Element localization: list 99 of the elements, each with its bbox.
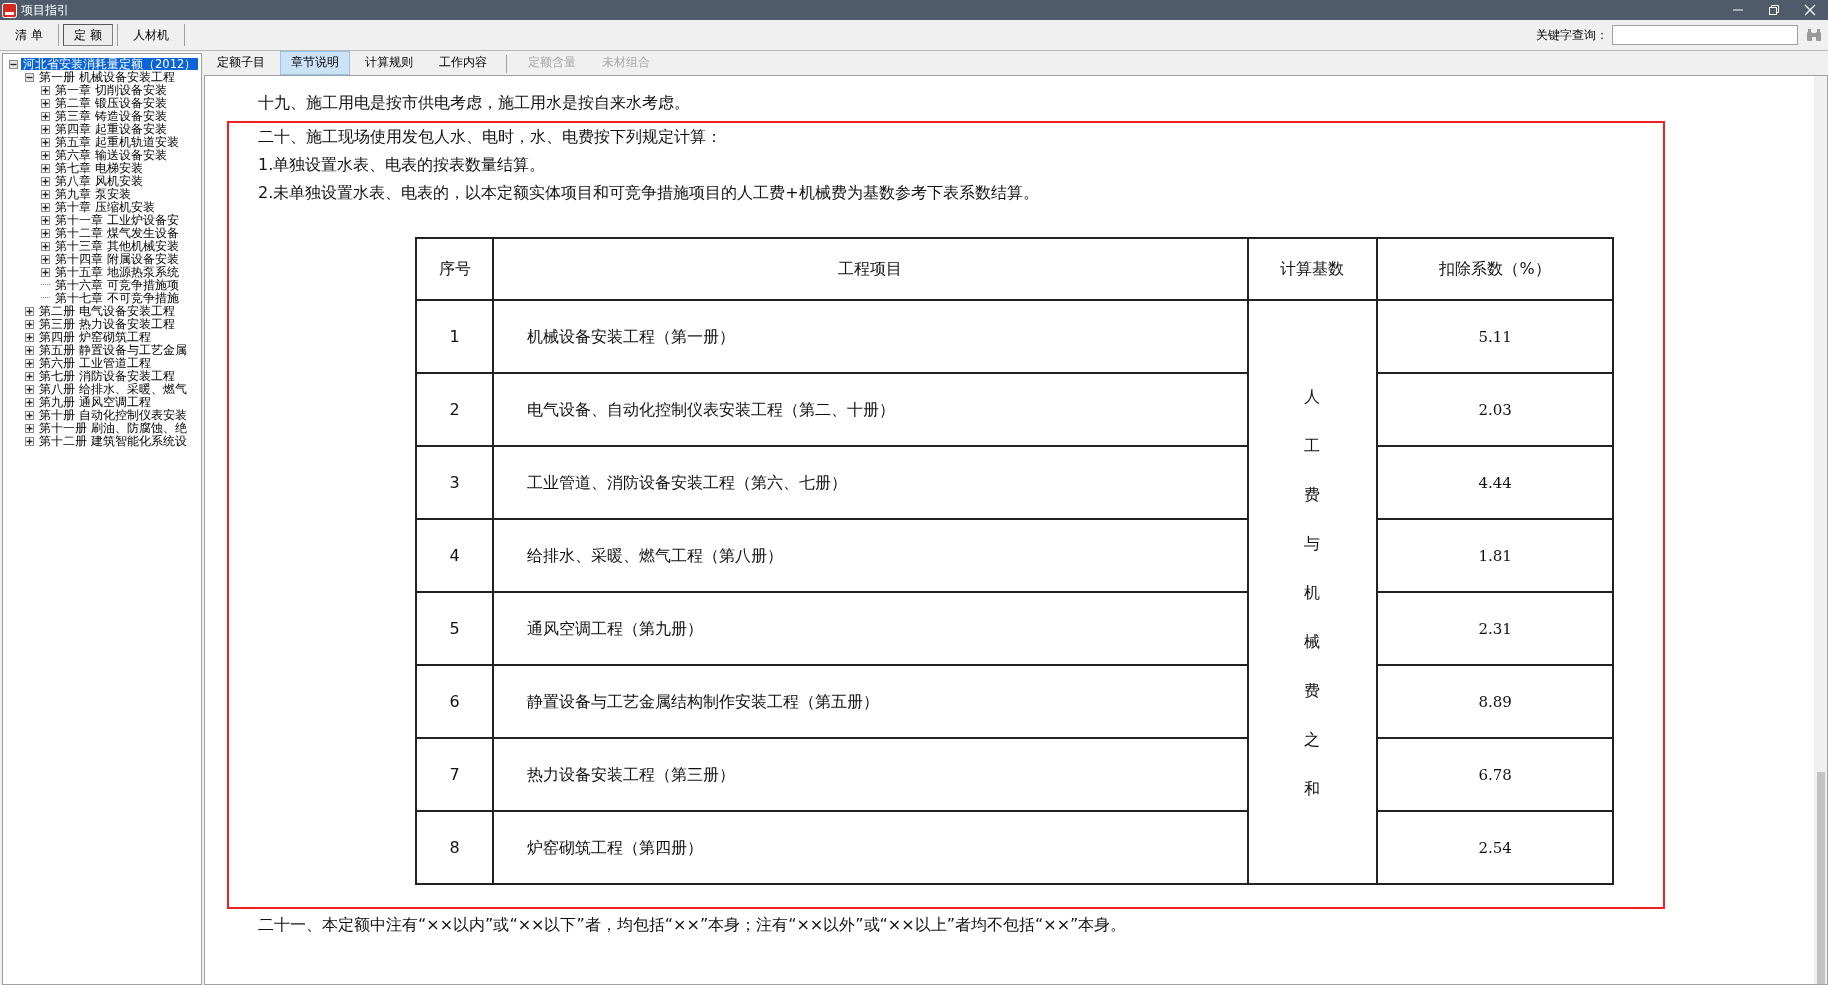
paragraph: 2.未单独设置水表、电表的，以本定额实体项目和可竞争措施项目的人工费+机械费为基数参考下表系数结算。 [257, 182, 1040, 204]
tree-item[interactable]: 第六章 输送设备安装 [53, 149, 169, 161]
column-header: 扣除系数（%） [1377, 238, 1613, 300]
table-cell: 4.44 [1377, 446, 1613, 519]
tree-item[interactable]: 第五册 静置设备与工艺金属 [37, 344, 189, 356]
tree-item[interactable]: 第四章 起重设备安装 [53, 123, 169, 135]
expand-icon[interactable] [41, 137, 50, 147]
table-cell: 8.89 [1377, 665, 1613, 738]
tree-item[interactable]: 第四册 炉窑砌筑工程 [37, 331, 153, 343]
expand-icon[interactable] [25, 371, 34, 381]
table-cell: 2.03 [1377, 373, 1613, 446]
expand-icon[interactable] [25, 358, 34, 368]
expand-icon[interactable] [25, 410, 34, 420]
tree-item[interactable]: 第二册 电气设备安装工程 [37, 305, 177, 317]
tab[interactable]: 计算规则 [354, 51, 424, 75]
paragraph: 十九、施工用电是按市供电考虑，施工用水是按自来水考虑。 [257, 92, 691, 114]
tree-item[interactable]: 第二章 锻压设备安装 [53, 97, 169, 109]
scrollbar[interactable] [1814, 76, 1827, 984]
tab[interactable]: 章节说明 [280, 51, 350, 75]
restore-icon[interactable] [1768, 4, 1780, 16]
expand-icon[interactable] [25, 306, 34, 316]
expand-icon[interactable] [41, 189, 50, 199]
table-cell: 8 [416, 811, 494, 884]
expand-icon[interactable] [41, 267, 50, 277]
search-field[interactable] [1612, 25, 1798, 45]
app-icon [2, 2, 17, 18]
table-cell: 5 [416, 592, 494, 665]
expand-icon[interactable] [41, 202, 50, 212]
tab[interactable]: 定额子目 [206, 51, 276, 75]
table-cell: 3 [416, 446, 494, 519]
paragraph: 1.单独设置水表、电表的按表数量结算。 [257, 154, 547, 176]
tree-item[interactable]: 第十一册 刷油、防腐蚀、绝 [37, 422, 189, 434]
table-cell: 2 [416, 373, 494, 446]
expand-icon[interactable] [25, 319, 34, 329]
tree-item[interactable]: 第十五章 地源热泵系统 [53, 266, 181, 278]
expand-icon[interactable] [41, 241, 50, 251]
tab[interactable]: 工作内容 [428, 51, 498, 75]
tree-item[interactable]: 第八册 给排水、采暖、燃气 [37, 383, 189, 395]
expand-icon[interactable] [41, 254, 50, 264]
table-cell: 人工费与机械费之和 [1247, 300, 1378, 884]
expand-icon[interactable] [41, 215, 50, 225]
tree-item[interactable]: 第十二章 煤气发生设备 [53, 227, 181, 239]
tree-item[interactable]: 第三章 铸造设备安装 [53, 110, 169, 122]
table-cell: 1.81 [1377, 519, 1613, 592]
tree-item[interactable]: 第十七章 不可竞争措施 [53, 292, 181, 304]
tree-item[interactable]: 第十六章 可竞争措施项 [53, 279, 181, 291]
expand-icon[interactable] [41, 124, 50, 134]
table-cell: 7 [416, 738, 494, 811]
expand-icon[interactable] [41, 150, 50, 160]
tree-item[interactable]: 第一册 机械设备安装工程 [37, 71, 177, 83]
tree-item[interactable]: 河北省安装消耗量定额（2012） [21, 58, 199, 70]
tree-item[interactable]: 第十一章 工业炉设备安 [53, 214, 181, 226]
tree-item[interactable]: 第九章 泵安装 [53, 188, 133, 200]
tree-item[interactable]: 第十章 压缩机安装 [53, 201, 157, 213]
expand-icon[interactable] [25, 332, 34, 342]
collapse-icon[interactable] [9, 59, 18, 69]
search-label: 关键字查询： [1536, 26, 1608, 44]
table-cell: 1 [416, 300, 494, 373]
column-header: 序号 [416, 238, 494, 300]
expand-icon[interactable] [41, 228, 50, 238]
expand-icon[interactable] [41, 111, 50, 121]
collapse-icon[interactable] [25, 72, 34, 82]
table-cell: 6 [416, 665, 494, 738]
table-cell: 2.31 [1377, 592, 1613, 665]
tree-item[interactable]: 第十二册 建筑智能化系统设 [37, 435, 189, 447]
paragraph: 二十一、本定额中注有“××以内”或“××以下”者，均包括“××”本身；注有“××以外”或“××以上”者均不包括“××”本身。 [257, 914, 1128, 936]
expand-icon[interactable] [41, 85, 50, 95]
tree-item[interactable]: 第三册 热力设备安装工程 [37, 318, 177, 330]
tree-item[interactable]: 第六册 工业管道工程 [37, 357, 153, 369]
tree-item[interactable]: 第十册 自动化控制仪表安装 [37, 409, 189, 421]
tree-item[interactable]: 第七册 消防设备安装工程 [37, 370, 177, 382]
table-cell: 5.11 [1377, 300, 1613, 373]
expand-icon[interactable] [41, 98, 50, 108]
expand-icon[interactable] [41, 163, 50, 173]
toolbar-tab[interactable]: 人材机 [121, 24, 180, 46]
tree-item[interactable]: 第十三章 其他机械安装 [53, 240, 181, 252]
window-title: 项目指引 [21, 1, 70, 19]
tree-item[interactable]: 第七章 电梯安装 [53, 162, 145, 174]
table-cell: 6.78 [1377, 738, 1613, 811]
close-icon[interactable] [1804, 4, 1816, 16]
table-cell: 机械设备安装工程（第一册） [493, 300, 1248, 373]
toolbar-tab[interactable]: 清 单 [4, 24, 54, 46]
column-header: 计算基数 [1247, 238, 1378, 300]
expand-icon[interactable] [41, 176, 50, 186]
table-cell: 2.54 [1377, 811, 1613, 884]
paragraph: 二十、施工现场使用发包人水、电时，水、电费按下列规定计算： [257, 126, 723, 148]
expand-icon[interactable] [25, 384, 34, 394]
toolbar-tab[interactable]: 定 额 [62, 24, 113, 46]
tree-item[interactable]: 第八章 风机安装 [53, 175, 145, 187]
expand-icon[interactable] [25, 397, 34, 407]
expand-icon[interactable] [25, 423, 34, 433]
table-cell: 4 [416, 519, 494, 592]
expand-icon[interactable] [25, 436, 34, 446]
tree-item[interactable]: 第九册 通风空调工程 [37, 396, 153, 408]
expand-icon[interactable] [25, 345, 34, 355]
tree-item[interactable]: 第一章 切削设备安装 [53, 84, 169, 96]
tree-item[interactable]: 第五章 起重机轨道安装 [53, 136, 181, 148]
column-header: 工程项目 [493, 238, 1248, 300]
tree-item[interactable]: 第十四章 附属设备安装 [53, 253, 181, 265]
